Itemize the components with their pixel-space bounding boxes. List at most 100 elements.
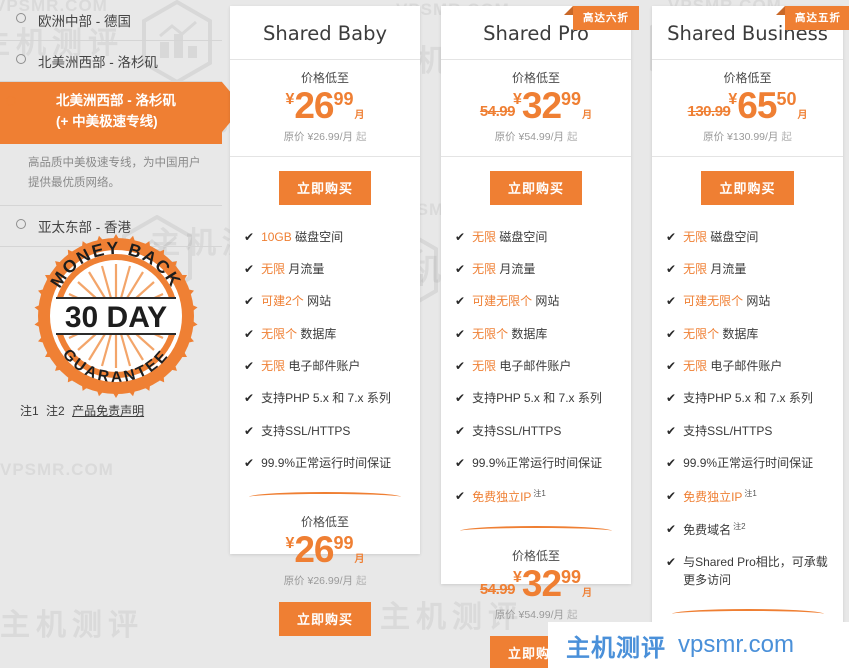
- pricing-card-shared-business: 高达五折 Shared Business 价格低至 130.99 ¥ 65 50…: [652, 6, 849, 668]
- feature-highlight: 无限个: [261, 326, 298, 341]
- buy-now-button[interactable]: 立即购买: [489, 171, 582, 205]
- feature-highlight: 无限: [472, 359, 497, 374]
- buy-area-top: 立即购买: [652, 156, 843, 219]
- check-icon: ✔: [666, 229, 677, 244]
- radio-icon-selected[interactable]: [6, 96, 16, 106]
- price-cents: 99: [561, 89, 582, 109]
- feature-item: ✔ 无限 电子邮件账户: [244, 351, 420, 383]
- price-period: 月: [582, 587, 593, 599]
- pricing-card-shared-pro: 高达六折 Shared Pro 价格低至 54.99 ¥ 32 99 月 原价 …: [441, 6, 639, 668]
- money-back-guarantee-badge: 30 DAY MONEY BACK GUARANTEE: [26, 226, 206, 406]
- price-period: 月: [354, 110, 365, 121]
- radio-icon[interactable]: [16, 219, 26, 230]
- check-icon: ✔: [455, 261, 466, 276]
- original-price-suffix: 起: [566, 131, 578, 143]
- price-period: 月: [582, 110, 593, 121]
- original-price-text: 原价 ¥54.99/月: [494, 131, 565, 143]
- original-price-text: 原价 ¥26.99/月: [283, 131, 354, 143]
- footnote-1: 注1: [20, 404, 39, 418]
- feature-item: ✔ 无限 月流量: [244, 253, 420, 285]
- radio-icon[interactable]: [16, 54, 26, 64]
- feature-highlight[interactable]: 免费独立IP: [472, 490, 531, 504]
- check-icon: ✔: [666, 326, 677, 341]
- price-amount: 26: [294, 85, 334, 126]
- feature-item: ✔ 99.9%正常运行时间保证: [666, 448, 843, 480]
- original-price-suffix: 起: [566, 608, 578, 621]
- price-cents: 50: [776, 89, 797, 109]
- watermark-brand-en: vpsmr.com: [678, 631, 795, 658]
- feature-list: ✔ 无限 磁盘空间 ✔ 无限 月流量 ✔ 可建无限个 网站 ✔ 无限个 数据库 ✔ 无限 …: [441, 219, 631, 520]
- feature-text: 支持SSL/HTTPS: [472, 423, 562, 438]
- feature-text: 磁盘空间: [710, 229, 759, 244]
- footnote-row: 注1 注2 产品免责声明: [20, 402, 144, 419]
- product-disclaimer-link[interactable]: 产品免责声明: [72, 404, 144, 418]
- check-icon: ✔: [244, 229, 255, 244]
- feature-item: ✔ 99.9%正常运行时间保证: [455, 448, 631, 480]
- feature-text: 月流量: [710, 261, 747, 276]
- location-description: 高品质中美极速专线，为中国用户提供最优质网络。: [0, 144, 222, 207]
- price-cents: 99: [333, 533, 354, 554]
- feature-text: 支持PHP 5.x 和 7.x 系列: [261, 391, 391, 406]
- section-divider: [671, 608, 824, 619]
- location-option-0[interactable]: 欧洲中部 - 德国: [0, 0, 222, 41]
- old-price: 54.99: [479, 580, 516, 598]
- location-sublabel: (+ 中美极速专线): [56, 113, 158, 129]
- original-price: 原价 ¥26.99/月 起: [240, 573, 410, 588]
- feature-item: ✔ 支持PHP 5.x 和 7.x 系列: [455, 383, 631, 415]
- check-icon: ✔: [244, 423, 255, 438]
- feature-text: 支持PHP 5.x 和 7.x 系列: [472, 391, 602, 406]
- original-price-text: 原价 ¥54.99/月: [494, 608, 565, 621]
- feature-item: ✔ 可建无限个 网站: [666, 286, 843, 318]
- location-option-2[interactable]: 北美洲西部 - 洛杉矶 (+ 中美极速专线): [0, 82, 243, 144]
- feature-item: ✔ 免费域名 注2: [666, 514, 843, 547]
- feature-highlight[interactable]: 免费独立IP: [683, 490, 742, 504]
- section-divider: [460, 525, 612, 536]
- price-value: 54.99 ¥ 32 99 月: [451, 565, 621, 602]
- feature-highlight: 可建无限个: [683, 294, 744, 309]
- currency-symbol: ¥: [285, 535, 295, 553]
- check-icon: ✔: [666, 391, 677, 406]
- datacenter-location-list: 欧洲中部 - 德国 北美洲西部 - 洛杉矶 北美洲西部 - 洛杉矶 (+ 中美极…: [0, 0, 243, 668]
- feature-list: ✔ 无限 磁盘空间 ✔ 无限 月流量 ✔ 可建无限个 网站 ✔ 无限个 数据库 ✔ 无限 …: [652, 219, 843, 603]
- feature-item: ✔ 无限 电子邮件账户: [666, 351, 843, 383]
- original-price-suffix: 起: [355, 131, 367, 143]
- feature-item: ✔ 无限 磁盘空间: [666, 221, 843, 253]
- old-price: 130.99: [687, 103, 731, 120]
- check-icon: ✔: [455, 456, 466, 471]
- feature-text: 数据库: [511, 326, 548, 341]
- currency-symbol: ¥: [512, 91, 522, 108]
- feature-text: 月流量: [288, 261, 325, 276]
- check-icon: ✔: [244, 391, 255, 406]
- site-watermark-bar: 主机测评 vpsmr.com: [548, 622, 849, 668]
- buy-now-button[interactable]: 立即购买: [701, 171, 794, 205]
- location-label: 欧洲中部 - 德国: [38, 14, 131, 29]
- feature-text: 网站: [535, 294, 560, 309]
- feature-highlight: 无限: [683, 359, 708, 374]
- original-price-text: 原价 ¥26.99/月: [283, 575, 354, 588]
- feature-text: 磁盘空间: [295, 229, 344, 244]
- feature-item: ✔ 支持SSL/HTTPS: [455, 415, 631, 447]
- feature-text: 磁盘空间: [499, 229, 548, 244]
- price-amount: 32: [521, 562, 562, 604]
- feature-highlight: 10GB: [261, 229, 292, 244]
- buy-now-button[interactable]: 立即购买: [278, 602, 371, 637]
- buy-area-top: 立即购买: [441, 156, 631, 219]
- feature-text: 网站: [307, 294, 332, 309]
- feature-item: ✔ 与Shared Pro相比，可承载更多访问: [666, 547, 843, 597]
- buy-now-button[interactable]: 立即购买: [278, 171, 371, 205]
- original-price-suffix: 起: [781, 131, 792, 143]
- price-block-bottom: 价格低至 ¥ 26 99 月 原价 ¥26.99/月 起: [230, 504, 420, 600]
- check-icon: ✔: [455, 423, 466, 438]
- radio-icon[interactable]: [16, 13, 26, 23]
- price-period: 月: [797, 110, 808, 121]
- feature-item: ✔ 无限个 数据库: [666, 318, 843, 350]
- discount-ribbon: 高达五折: [776, 6, 849, 30]
- check-icon: ✔: [455, 294, 466, 309]
- discount-ribbon: 高达六折: [564, 6, 639, 30]
- check-icon: ✔: [666, 555, 677, 570]
- price-amount: 65: [737, 85, 777, 126]
- location-option-1[interactable]: 北美洲西部 - 洛杉矶: [0, 41, 222, 82]
- feature-highlight: 无限: [261, 359, 286, 374]
- feature-item: ✔ 无限 磁盘空间: [455, 221, 631, 253]
- pricing-card-shared-baby: Shared Baby 价格低至 ¥ 26 99 月 原价 ¥26.99/月 起…: [230, 6, 420, 637]
